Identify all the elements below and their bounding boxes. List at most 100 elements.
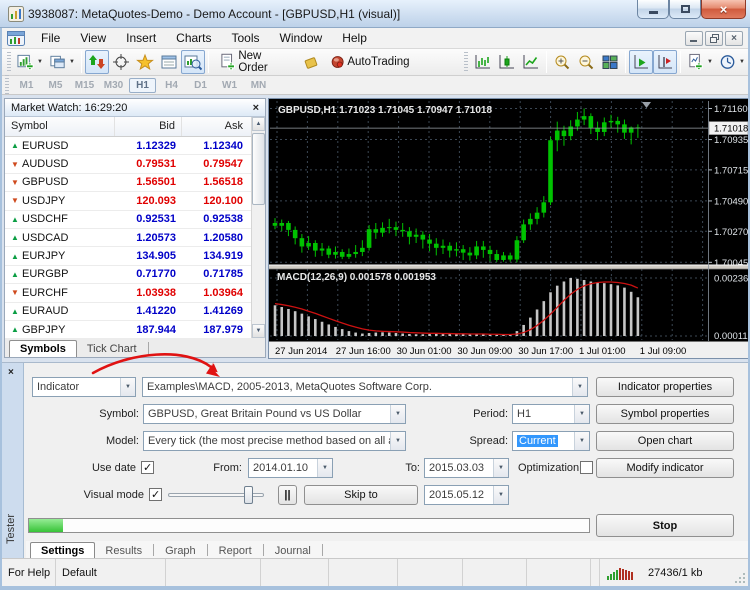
market-watch-scrollbar[interactable]: ▲ ▼ <box>251 117 265 338</box>
tab-symbols[interactable]: Symbols <box>9 340 77 357</box>
modify-indicator-button[interactable]: Modify indicator <box>596 458 734 478</box>
step-forward-button[interactable] <box>629 50 653 74</box>
quote-row[interactable]: ▲USDCHF0.925310.92538 <box>5 211 265 229</box>
tab-report[interactable]: Report <box>209 543 262 559</box>
skip-to-button[interactable]: Skip to <box>304 485 418 505</box>
tab-graph[interactable]: Graph <box>155 543 206 559</box>
quote-row[interactable]: ▼GBPUSD1.565011.56518 <box>5 174 265 192</box>
timeframe-m1[interactable]: M1 <box>13 78 40 93</box>
combo-arrow-icon[interactable]: ▼ <box>390 405 405 423</box>
price-chart[interactable]: 1.711601.709351.707151.704901.702701.700… <box>269 99 749 358</box>
toolbar-grip[interactable] <box>5 75 9 95</box>
tab-settings[interactable]: Settings <box>30 542 95 559</box>
timeframe-h1[interactable]: H1 <box>129 78 156 93</box>
tab-journal[interactable]: Journal <box>265 543 321 559</box>
optimization-checkbox[interactable] <box>580 461 593 474</box>
quote-row[interactable]: ▲EURAUD1.412201.41269 <box>5 303 265 321</box>
quote-row[interactable]: ▼EURCHF1.039381.03964 <box>5 284 265 302</box>
market-watch-header[interactable]: Market Watch: 16:29:20 × <box>5 99 265 117</box>
stop-button[interactable]: Stop <box>596 514 734 537</box>
indicator-properties-button[interactable]: Indicator properties <box>596 377 734 397</box>
mdi-minimize-button[interactable] <box>685 31 703 46</box>
scrollbar-thumb[interactable] <box>252 133 265 205</box>
pause-button[interactable]: || <box>278 485 297 505</box>
data-window-button[interactable] <box>157 50 181 74</box>
combo-arrow-icon[interactable]: ▼ <box>574 432 589 450</box>
toolbar-grip[interactable] <box>464 52 468 72</box>
zoom-out-button[interactable] <box>574 50 598 74</box>
combo-arrow-icon[interactable]: ▼ <box>572 378 587 396</box>
quote-row[interactable]: ▲EURGBP0.717700.71785 <box>5 266 265 284</box>
window-minimize-button[interactable] <box>637 0 669 19</box>
status-profile[interactable]: Default <box>56 559 166 586</box>
profiles-button[interactable]: ▼ <box>46 50 78 74</box>
timeframe-mn[interactable]: MN <box>245 78 272 93</box>
symbol-properties-button[interactable]: Symbol properties <box>596 404 734 424</box>
quote-row[interactable]: ▼USDJPY120.093120.100 <box>5 192 265 210</box>
title-bar[interactable]: 3938087: MetaQuotes-Demo - Demo Account … <box>0 0 750 28</box>
timeframe-m15[interactable]: M15 <box>71 78 98 93</box>
menu-item-file[interactable]: File <box>31 29 70 47</box>
candlestick-button[interactable] <box>495 50 519 74</box>
menu-item-tools[interactable]: Tools <box>222 29 270 47</box>
timeframe-w1[interactable]: W1 <box>216 78 243 93</box>
use-date-checkbox[interactable] <box>141 461 154 474</box>
market-watch-toggle[interactable] <box>85 50 109 74</box>
mdi-close-button[interactable]: × <box>725 31 743 46</box>
step-to-end-button[interactable] <box>653 50 677 74</box>
period-select[interactable]: H1 ▼ <box>512 404 590 424</box>
timeframe-h4[interactable]: H4 <box>158 78 185 93</box>
from-date-select[interactable]: 2014.01.10 ▼ <box>248 458 333 478</box>
mdi-restore-button[interactable] <box>705 31 723 46</box>
strategy-tester-button[interactable] <box>181 50 205 74</box>
slider-thumb[interactable] <box>244 486 253 504</box>
crosshair-button[interactable] <box>109 50 133 74</box>
combo-arrow-icon[interactable]: ▼ <box>493 459 508 477</box>
line-chart-button[interactable] <box>519 50 543 74</box>
market-watch-close-button[interactable]: × <box>251 102 261 114</box>
expert-advisors-button[interactable] <box>299 50 323 74</box>
autotrading-button[interactable]: AutoTrading <box>323 50 417 74</box>
combo-arrow-icon[interactable]: ▼ <box>493 486 508 504</box>
symbol-select[interactable]: GBPUSD, Great Britain Pound vs US Dollar… <box>143 404 406 424</box>
menu-item-insert[interactable]: Insert <box>116 29 166 47</box>
open-chart-button[interactable]: Open chart <box>596 431 734 451</box>
new-chart-button[interactable]: ▼ <box>14 50 46 74</box>
combo-arrow-icon[interactable]: ▼ <box>317 459 332 477</box>
resize-grip[interactable] <box>732 559 748 586</box>
skip-date-select[interactable]: 2015.05.12 ▼ <box>424 485 509 505</box>
column-header-bid[interactable]: Bid <box>115 117 182 136</box>
timeframe-m5[interactable]: M5 <box>42 78 69 93</box>
tile-windows-button[interactable] <box>598 50 622 74</box>
indicators-button[interactable]: ▼ <box>684 50 716 74</box>
to-date-select[interactable]: 2015.03.03 ▼ <box>424 458 509 478</box>
favorites-button[interactable] <box>133 50 157 74</box>
model-select[interactable]: Every tick (the most precise method base… <box>143 431 406 451</box>
indicator-select[interactable]: Examples\MACD, 2005-2013, MetaQuotes Sof… <box>142 377 588 397</box>
combo-arrow-icon[interactable]: ▼ <box>120 378 135 396</box>
zoom-in-button[interactable] <box>550 50 574 74</box>
tab-tick-chart[interactable]: Tick Chart <box>77 341 147 357</box>
visual-mode-checkbox[interactable] <box>149 488 162 501</box>
menu-item-window[interactable]: Window <box>270 29 333 47</box>
quote-row[interactable]: ▼AUDUSD0.795310.79547 <box>5 155 265 173</box>
new-order-button[interactable]: New Order <box>212 50 299 74</box>
combo-arrow-icon[interactable]: ▼ <box>574 405 589 423</box>
bar-chart-button[interactable] <box>471 50 495 74</box>
menu-item-view[interactable]: View <box>70 29 116 47</box>
quote-row[interactable]: ▲GBPJPY187.944187.979 <box>5 321 265 339</box>
toolbar-grip[interactable] <box>7 52 11 72</box>
quote-row[interactable]: ▲USDCAD1.205731.20580 <box>5 229 265 247</box>
column-header-symbol[interactable]: Symbol <box>5 117 115 136</box>
timeframe-d1[interactable]: D1 <box>187 78 214 93</box>
window-maximize-button[interactable] <box>669 0 701 19</box>
spread-select[interactable]: Current ▼ <box>512 431 590 451</box>
scroll-up-icon[interactable]: ▲ <box>252 117 265 131</box>
menu-item-help[interactable]: Help <box>332 29 377 47</box>
window-close-button[interactable]: × <box>701 0 746 19</box>
timeframe-m30[interactable]: M30 <box>100 78 127 93</box>
column-header-ask[interactable]: Ask <box>182 117 249 136</box>
quote-row[interactable]: ▲EURJPY134.905134.919 <box>5 247 265 265</box>
menu-item-charts[interactable]: Charts <box>166 29 221 47</box>
quote-row[interactable]: ▲EURUSD1.123291.12340 <box>5 137 265 155</box>
